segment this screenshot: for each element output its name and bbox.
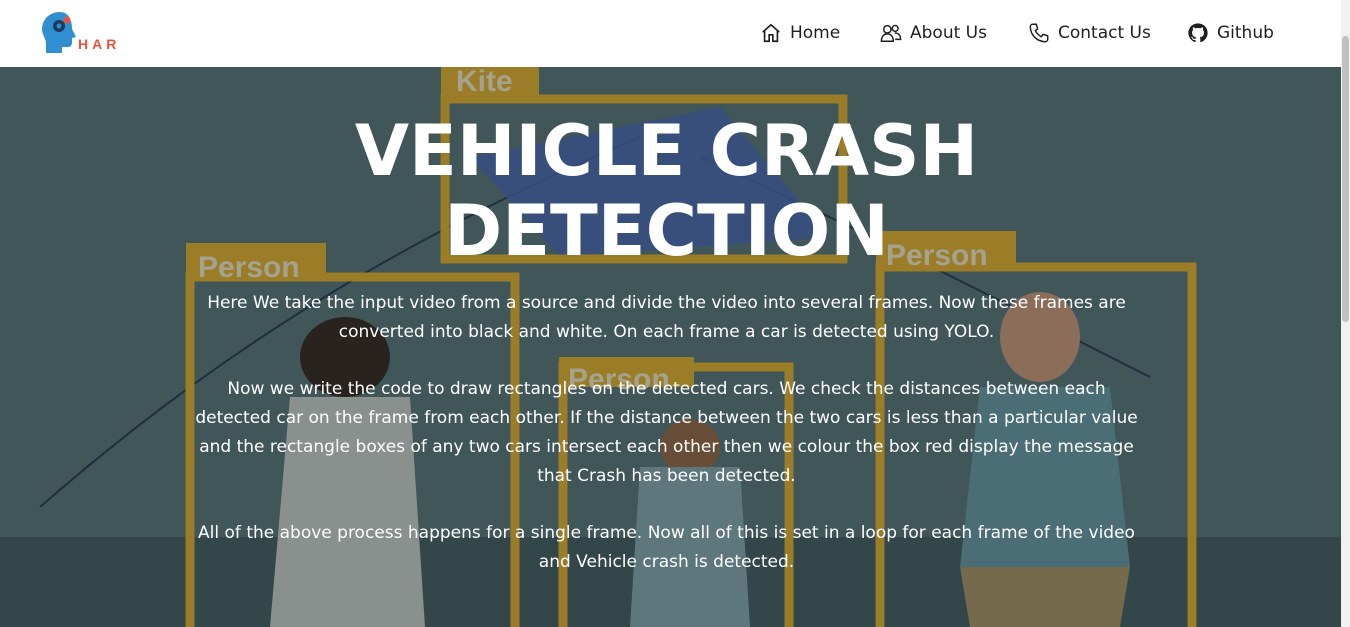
nav-home-label: Home: [790, 23, 841, 43]
nav-about-label: About Us: [910, 23, 987, 43]
users-icon: [880, 24, 902, 42]
hero-paragraph: Here We take the input video from a sour…: [207, 293, 1126, 342]
github-icon: [1188, 23, 1208, 43]
hero-paragraph: Now we write the code to draw rectangles…: [195, 379, 1138, 486]
logo[interactable]: HAR: [40, 9, 130, 59]
scrollbar-thumb[interactable]: [1342, 36, 1349, 322]
hero-paragraph: All of the above process happens for a s…: [198, 523, 1135, 572]
nav-about-us[interactable]: About Us: [880, 18, 987, 48]
hero-title-line-1: VEHICLE CRASH: [354, 110, 979, 192]
home-icon: [762, 23, 780, 43]
hero-title-line-2: DETECTION: [444, 190, 889, 272]
navbar: HAR Home About Us Contact Us Github: [0, 0, 1341, 67]
nav-github[interactable]: Github: [1187, 18, 1274, 48]
head-gears-icon: [42, 12, 76, 53]
hero-section: Kite Person Person Person VEHICLE CRASH …: [0, 67, 1341, 627]
phone-icon: [1029, 23, 1049, 43]
nav-contact-label: Contact Us: [1058, 23, 1151, 43]
logo-text: HAR: [78, 36, 121, 52]
nav-home[interactable]: Home: [760, 18, 840, 48]
nav-contact-us[interactable]: Contact Us: [1028, 18, 1151, 48]
nav-github-label: Github: [1217, 23, 1274, 43]
